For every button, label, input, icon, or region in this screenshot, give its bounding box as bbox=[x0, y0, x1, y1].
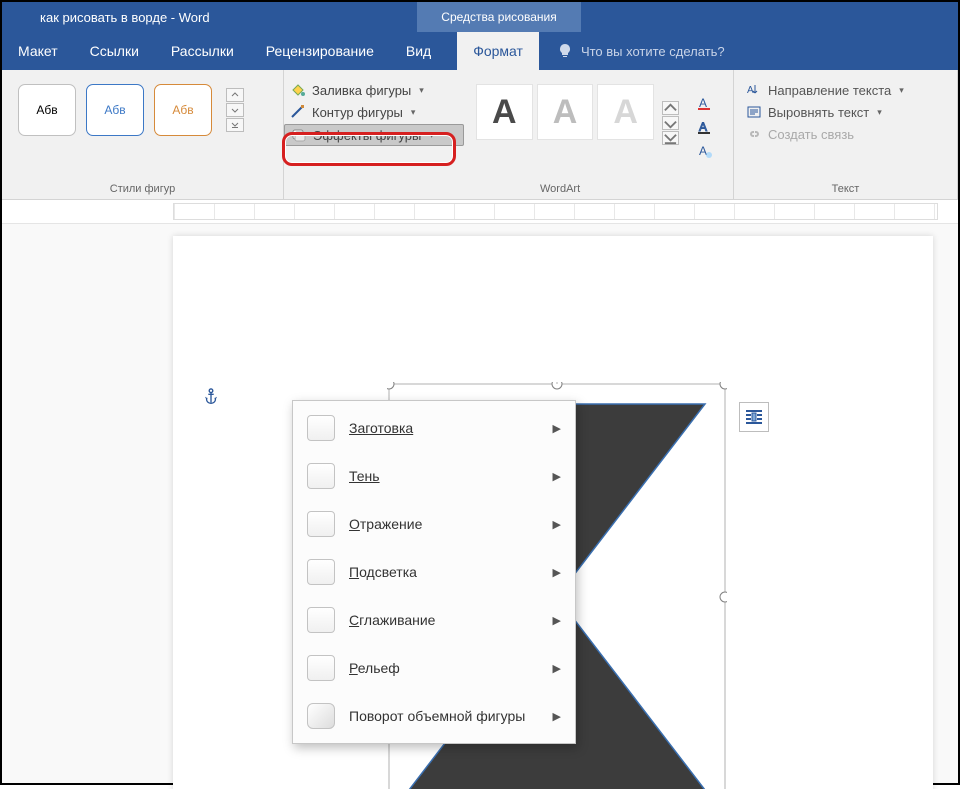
text-fill-small-button[interactable]: A bbox=[693, 92, 717, 114]
group-shape-fill-outline: Заливка фигуры▾ Контур фигуры▾ Эффекты ф… bbox=[284, 70, 464, 199]
ribbon: Абв Абв Абв Стили фигур Заливка фигуры▾ bbox=[2, 70, 958, 200]
submenu-arrow-icon: ▶ bbox=[553, 710, 561, 723]
shape-fill-button[interactable]: Заливка фигуры▾ bbox=[284, 80, 464, 100]
create-link-button[interactable]: Создать связь bbox=[740, 124, 951, 144]
group-label-shape-styles: Стили фигур bbox=[8, 183, 277, 197]
contextual-tab-header: Средства рисования bbox=[417, 2, 580, 32]
effects-soft-edges[interactable]: Сглаживание ▶ bbox=[293, 601, 575, 639]
glow-icon bbox=[307, 559, 335, 585]
tab-review[interactable]: Рецензирование bbox=[250, 32, 390, 70]
svg-text:A: A bbox=[699, 96, 707, 110]
tell-me-search[interactable]: Что вы хотите сделать? bbox=[539, 32, 725, 70]
rotation-3d-icon bbox=[307, 703, 335, 729]
ruler-area bbox=[2, 200, 958, 224]
title-bar: как рисовать в ворде - Word Средства рис… bbox=[2, 2, 958, 32]
shape-effects-button[interactable]: Эффекты фигуры▾ bbox=[284, 124, 464, 146]
tab-mailings[interactable]: Рассылки bbox=[155, 32, 250, 70]
lightbulb-icon bbox=[557, 43, 573, 59]
shape-style-preview-3[interactable]: Абв bbox=[154, 84, 212, 136]
group-label-text: Текст bbox=[740, 183, 951, 197]
ribbon-tabs: Макет Ссылки Рассылки Рецензирование Вид… bbox=[2, 32, 958, 70]
effects-reflection[interactable]: Отражение ▶ bbox=[293, 505, 575, 543]
soft-edges-icon bbox=[307, 607, 335, 633]
shadow-icon bbox=[307, 463, 335, 489]
group-text: A Направление текста▾ Выровнять текст▾ С… bbox=[734, 70, 958, 199]
tab-references[interactable]: Ссылки bbox=[74, 32, 155, 70]
group-wordart: А А А A A A WordArt bbox=[464, 70, 734, 199]
effects-shadow[interactable]: Тень ▶ bbox=[293, 457, 575, 495]
svg-text:A: A bbox=[747, 85, 754, 96]
window-title: как рисовать в ворде - Word bbox=[2, 10, 417, 25]
submenu-arrow-icon: ▶ bbox=[553, 422, 561, 435]
contextual-tab-label: Средства рисования bbox=[441, 10, 556, 24]
layout-options-button[interactable] bbox=[739, 402, 769, 432]
group-shape-styles: Абв Абв Абв Стили фигур bbox=[2, 70, 284, 199]
group-label-wordart: WordArt bbox=[470, 183, 727, 197]
tab-view[interactable]: Вид bbox=[390, 32, 447, 70]
effects-3d-rotation[interactable]: Поворот объемной фигуры ▶ bbox=[293, 697, 575, 735]
tab-layout[interactable]: Макет bbox=[2, 32, 74, 70]
submenu-arrow-icon: ▶ bbox=[553, 470, 561, 483]
text-direction-button[interactable]: A Направление текста▾ bbox=[740, 80, 951, 100]
wordart-style-3[interactable]: А bbox=[597, 84, 654, 140]
shape-styles-gallery-expand[interactable] bbox=[226, 88, 244, 132]
effects-bevel[interactable]: Рельеф ▶ bbox=[293, 649, 575, 687]
wordart-style-2[interactable]: А bbox=[537, 84, 594, 140]
shape-style-preview-1[interactable]: Абв bbox=[18, 84, 76, 136]
submenu-arrow-icon: ▶ bbox=[553, 662, 561, 675]
submenu-arrow-icon: ▶ bbox=[553, 518, 561, 531]
effects-glow[interactable]: Подсветка ▶ bbox=[293, 553, 575, 591]
wordart-style-1[interactable]: А bbox=[476, 84, 533, 140]
tell-me-placeholder: Что вы хотите сделать? bbox=[581, 44, 725, 59]
preset-icon bbox=[307, 415, 335, 441]
tab-format[interactable]: Формат bbox=[457, 32, 539, 70]
text-outline-small-button[interactable]: A bbox=[693, 116, 717, 138]
submenu-arrow-icon: ▶ bbox=[553, 566, 561, 579]
svg-text:A: A bbox=[699, 120, 707, 134]
shape-style-preview-2[interactable]: Абв bbox=[86, 84, 144, 136]
anchor-icon[interactable] bbox=[202, 388, 220, 411]
bevel-icon bbox=[307, 655, 335, 681]
align-text-button[interactable]: Выровнять текст▾ bbox=[740, 102, 951, 122]
shape-outline-button[interactable]: Контур фигуры▾ bbox=[284, 102, 464, 122]
wordart-gallery-expand[interactable] bbox=[662, 101, 679, 145]
document-area[interactable]: Заготовка ▶ Тень ▶ Отражение ▶ Подсветка… bbox=[2, 224, 958, 783]
reflection-icon bbox=[307, 511, 335, 537]
shape-effects-menu: Заготовка ▶ Тень ▶ Отражение ▶ Подсветка… bbox=[292, 400, 576, 744]
svg-text:A: A bbox=[699, 144, 707, 158]
effects-preset[interactable]: Заготовка ▶ bbox=[293, 409, 575, 447]
horizontal-ruler[interactable] bbox=[173, 203, 938, 220]
text-effects-small-button[interactable]: A bbox=[693, 140, 717, 162]
submenu-arrow-icon: ▶ bbox=[553, 614, 561, 627]
